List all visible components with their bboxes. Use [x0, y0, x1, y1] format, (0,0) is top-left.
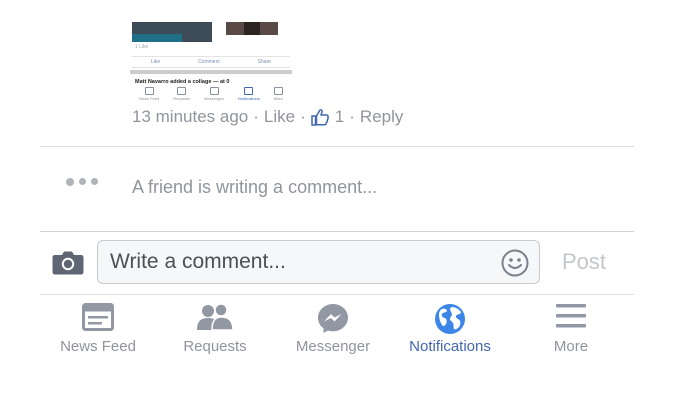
tab-requests[interactable]: Requests [155, 295, 275, 365]
globe-icon [434, 303, 466, 340]
bottom-tab-bar: News Feed Requests Messenger Notificatio… [0, 295, 695, 365]
comment-reply-link[interactable]: Reply [360, 107, 403, 127]
comment-attachment-image[interactable]: 1 Like Like Comment Share Matt Navarro a… [130, 0, 292, 103]
tab-notifications[interactable]: Notifications [390, 295, 510, 365]
attachment-notification-text: Matt Navarro added a collage — at 0 [135, 79, 230, 85]
attachment-photo [226, 22, 278, 35]
messenger-icon [317, 303, 349, 338]
comment-timestamp: 13 minutes ago [132, 107, 249, 126]
attachment-tab: More [274, 87, 283, 101]
attachment-action-bar: Like Comment Share [132, 56, 290, 68]
tab-label: Messenger [295, 338, 371, 355]
attachment-tabbar: News Feed Requests Messenger Notificatio… [132, 87, 290, 101]
tab-news-feed[interactable]: News Feed [38, 295, 158, 365]
tab-more[interactable]: More [511, 295, 631, 365]
typing-indicator-text: A friend is writing a comment... [132, 177, 378, 197]
attachment-like-action: Like [150, 59, 161, 65]
tab-label: Notifications [409, 338, 491, 355]
attachment-like-count: 1 Like [135, 44, 149, 50]
thumbs-up-icon [311, 108, 329, 126]
tab-label: More [553, 338, 589, 355]
tab-label: News Feed [60, 338, 136, 355]
comment-meta: 13 minutes ago · Like · 1 · Reply [132, 107, 403, 127]
divider [40, 146, 634, 147]
attachment-tab: Messenger [204, 87, 224, 101]
attachment-divider [130, 70, 292, 74]
comment-input[interactable] [110, 249, 490, 275]
attachment-share-action: Share [257, 59, 272, 65]
menu-icon [555, 303, 587, 334]
friend-requests-icon [196, 303, 234, 336]
separator: · [349, 107, 355, 126]
tab-messenger[interactable]: Messenger [273, 295, 393, 365]
separator: · [300, 107, 306, 126]
emoji-smiley-icon[interactable] [501, 249, 529, 277]
separator: · [253, 107, 259, 126]
tab-label: Requests [183, 338, 247, 355]
post-button[interactable]: Post [562, 249, 606, 275]
attachment-tab: Requests [173, 87, 190, 101]
attachment-tab: Notifications [238, 87, 260, 101]
camera-icon[interactable] [52, 250, 84, 275]
typing-dots-icon [66, 178, 98, 186]
attachment-comment-action: Comment [198, 59, 220, 65]
attachment-photo [132, 22, 212, 42]
comment-like-count: 1 [334, 107, 345, 126]
news-feed-icon [82, 303, 114, 336]
attachment-tab: News Feed [139, 87, 159, 101]
divider [40, 231, 634, 232]
comment-like-link[interactable]: Like [264, 107, 295, 127]
comment-box[interactable] [97, 240, 540, 284]
